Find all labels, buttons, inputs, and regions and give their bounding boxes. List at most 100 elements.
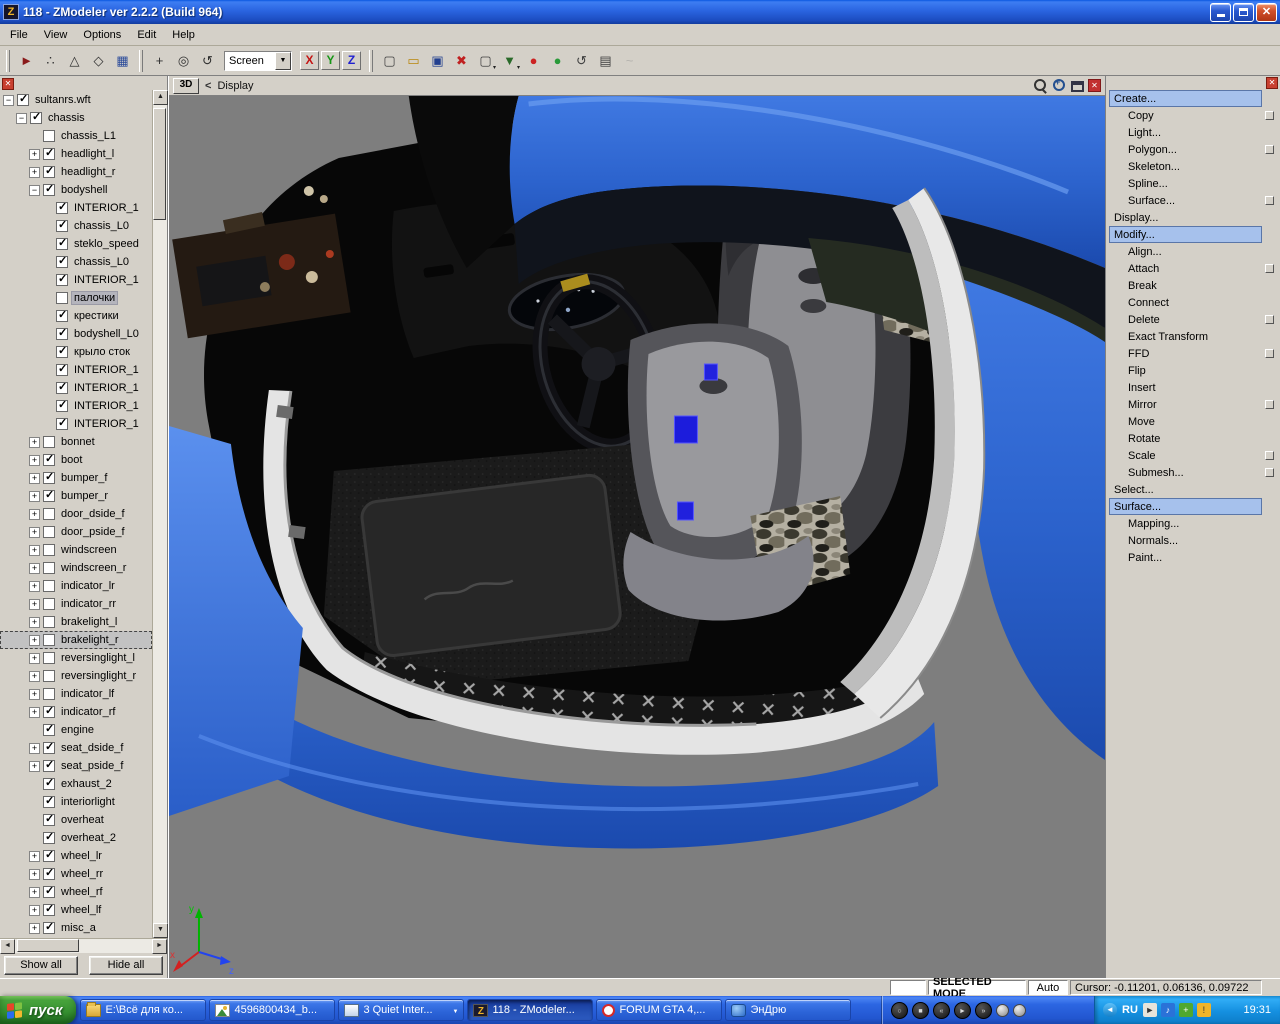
- menu-edit[interactable]: Edit: [129, 27, 164, 43]
- visibility-checkbox[interactable]: [43, 796, 55, 808]
- start-button[interactable]: пуск: [0, 996, 76, 1024]
- axis-y-button[interactable]: Y: [321, 51, 340, 70]
- visibility-checkbox[interactable]: [56, 256, 68, 268]
- visibility-checkbox[interactable]: [43, 868, 55, 880]
- scroll-thumb[interactable]: [17, 939, 79, 952]
- tree-row[interactable]: палочки: [0, 289, 152, 307]
- expand-plus-icon[interactable]: +: [29, 167, 40, 178]
- tree-row[interactable]: INTERIOR_1: [0, 415, 152, 433]
- tree-row[interactable]: +seat_dside_f: [0, 739, 152, 757]
- tree-row[interactable]: INTERIOR_1: [0, 199, 152, 217]
- expand-plus-icon[interactable]: +: [29, 437, 40, 448]
- visibility-checkbox[interactable]: [30, 112, 42, 124]
- command-ffd[interactable]: FFD: [1106, 345, 1280, 362]
- command-move[interactable]: Move: [1106, 413, 1280, 430]
- 3d-viewport-canvas[interactable]: y x z: [169, 96, 1105, 978]
- command-exact-transform[interactable]: Exact Transform: [1106, 328, 1280, 345]
- command-mapping[interactable]: Mapping...: [1106, 515, 1280, 532]
- menu-file[interactable]: File: [2, 27, 36, 43]
- expand-plus-icon[interactable]: +: [29, 923, 40, 934]
- command-delete[interactable]: Delete: [1106, 311, 1280, 328]
- command-insert[interactable]: Insert: [1106, 379, 1280, 396]
- visibility-checkbox[interactable]: [43, 616, 55, 628]
- taskbar-button[interactable]: 3 Quiet Inter...: [338, 999, 464, 1021]
- command-options-box[interactable]: [1265, 400, 1274, 409]
- command-copy[interactable]: Copy: [1106, 107, 1280, 124]
- menu-view[interactable]: View: [36, 27, 76, 43]
- tree-row[interactable]: INTERIOR_1: [0, 361, 152, 379]
- spline-tool-icon[interactable]: ~: [618, 50, 641, 72]
- visibility-checkbox[interactable]: [43, 472, 55, 484]
- command-skeleton[interactable]: Skeleton...: [1106, 158, 1280, 175]
- new-file-icon[interactable]: ▢: [378, 50, 401, 72]
- taskbar-button[interactable]: FORUM GTA 4,...: [596, 999, 722, 1021]
- tree-vertical-scrollbar[interactable]: ▲ ▼: [152, 90, 167, 938]
- expand-plus-icon[interactable]: +: [29, 653, 40, 664]
- scroll-right-icon[interactable]: ►: [152, 939, 167, 954]
- command-align[interactable]: Align...: [1106, 243, 1280, 260]
- command-surface[interactable]: Surface...: [1109, 498, 1262, 515]
- tree-row[interactable]: +misc_a: [0, 919, 152, 937]
- tree-row[interactable]: +seat_pside_f: [0, 757, 152, 775]
- tray-player-icon[interactable]: ►: [1143, 1003, 1157, 1017]
- visibility-checkbox[interactable]: [43, 760, 55, 772]
- scroll-thumb[interactable]: [153, 108, 166, 220]
- visibility-checkbox[interactable]: [43, 724, 55, 736]
- expand-plus-icon[interactable]: +: [29, 527, 40, 538]
- tree-row[interactable]: +wheel_lr: [0, 847, 152, 865]
- visibility-checkbox[interactable]: [43, 778, 55, 790]
- tray-update-icon[interactable]: !: [1197, 1003, 1211, 1017]
- visibility-checkbox[interactable]: [43, 922, 55, 934]
- scroll-up-icon[interactable]: ▲: [153, 90, 168, 105]
- expand-plus-icon[interactable]: +: [29, 635, 40, 646]
- visibility-checkbox[interactable]: [43, 814, 55, 826]
- tree-horizontal-scrollbar[interactable]: ◄ ►: [0, 938, 167, 953]
- tree-row[interactable]: +indicator_lr: [0, 577, 152, 595]
- hide-all-button[interactable]: Hide all: [89, 956, 163, 975]
- command-options-box[interactable]: [1265, 264, 1274, 273]
- expand-plus-icon[interactable]: +: [29, 617, 40, 628]
- tree-row[interactable]: chassis_L1: [0, 127, 152, 145]
- scroll-down-icon[interactable]: ▼: [153, 923, 168, 938]
- command-connect[interactable]: Connect: [1106, 294, 1280, 311]
- command-submesh[interactable]: Submesh...: [1106, 464, 1280, 481]
- visibility-checkbox[interactable]: [56, 328, 68, 340]
- visibility-checkbox[interactable]: [43, 850, 55, 862]
- tree-row[interactable]: +wheel_rf: [0, 883, 152, 901]
- tree-row[interactable]: −sultanrs.wft: [0, 91, 152, 109]
- axis-x-button[interactable]: X: [300, 51, 319, 70]
- visibility-checkbox[interactable]: [56, 418, 68, 430]
- export-icon[interactable]: ▼▾: [498, 50, 521, 72]
- tree-row[interactable]: +bonnet: [0, 433, 152, 451]
- tree-row[interactable]: +wheel_rr: [0, 865, 152, 883]
- expand-plus-icon[interactable]: +: [29, 491, 40, 502]
- tree-row[interactable]: +headlight_r: [0, 163, 152, 181]
- media-prev-icon[interactable]: «: [933, 1002, 950, 1019]
- tree-row[interactable]: +indicator_rr: [0, 595, 152, 613]
- expand-plus-icon[interactable]: +: [29, 689, 40, 700]
- visibility-checkbox[interactable]: [56, 292, 68, 304]
- media-next-icon[interactable]: »: [975, 1002, 992, 1019]
- expand-plus-icon[interactable]: +: [29, 851, 40, 862]
- toolbar-drag-handle[interactable]: [139, 50, 143, 72]
- taskbar-button[interactable]: E:\Всё для ко...: [80, 999, 206, 1021]
- command-flip[interactable]: Flip: [1106, 362, 1280, 379]
- media-power-icon[interactable]: ○: [891, 1002, 908, 1019]
- tree-row[interactable]: +boot: [0, 451, 152, 469]
- import-icon[interactable]: ▢▾: [474, 50, 497, 72]
- projection-select[interactable]: Screen: [224, 51, 292, 71]
- expand-plus-icon[interactable]: +: [29, 581, 40, 592]
- scroll-track[interactable]: [15, 939, 152, 953]
- viewport-layout-icon[interactable]: ▦: [111, 50, 134, 72]
- visibility-checkbox[interactable]: [56, 274, 68, 286]
- tree-row[interactable]: interiorlight: [0, 793, 152, 811]
- command-options-box[interactable]: [1265, 111, 1274, 120]
- taskbar-button[interactable]: 118 - ZModeler...: [467, 999, 593, 1021]
- tree-row[interactable]: +door_pside_f: [0, 523, 152, 541]
- maximize-view-icon[interactable]: [1071, 81, 1084, 92]
- collapse-minus-icon[interactable]: −: [29, 185, 40, 196]
- expand-plus-icon[interactable]: +: [29, 905, 40, 916]
- visibility-checkbox[interactable]: [43, 580, 55, 592]
- visibility-checkbox[interactable]: [43, 634, 55, 646]
- material-editor-icon[interactable]: ●: [522, 50, 545, 72]
